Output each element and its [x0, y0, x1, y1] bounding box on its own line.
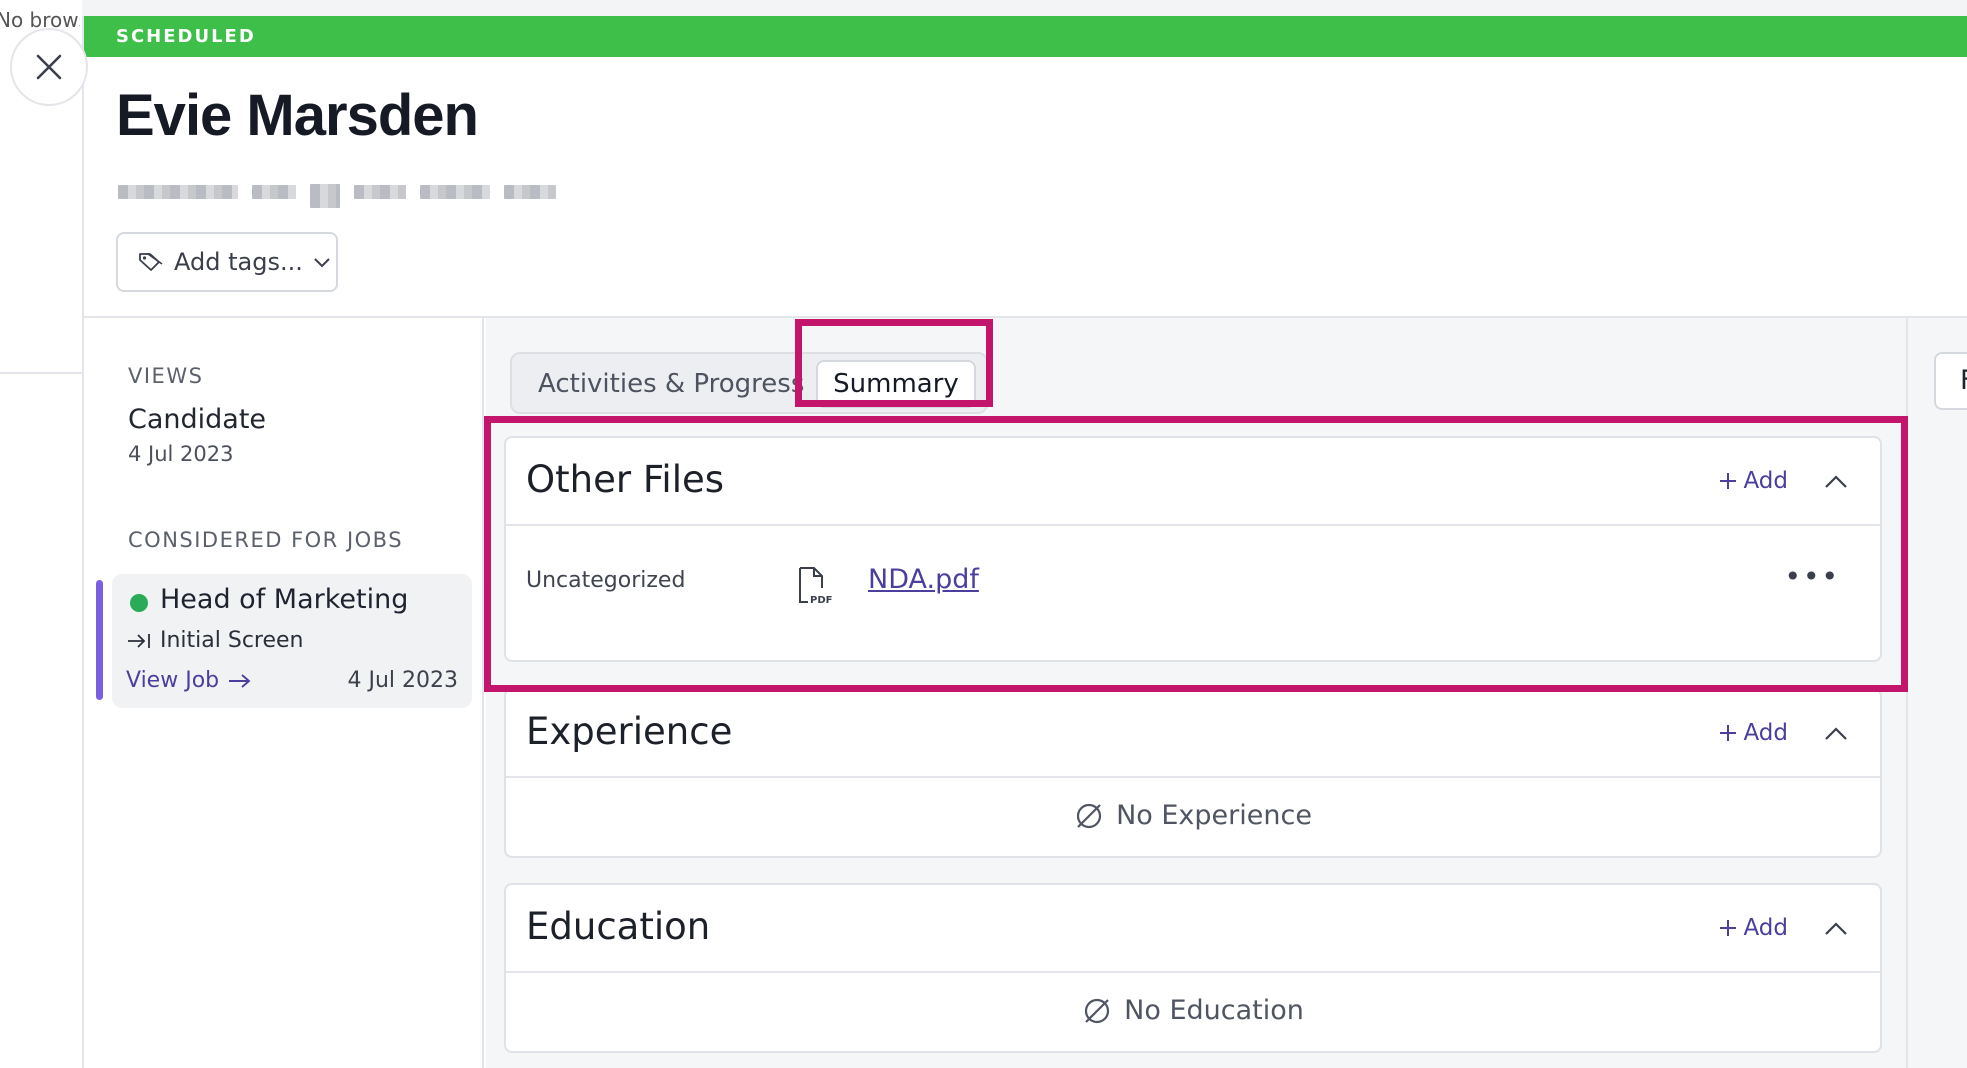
view-date: 4 Jul 2023 — [128, 442, 234, 466]
education-empty-state: No Education — [506, 995, 1880, 1026]
background-divider — [0, 372, 82, 374]
add-experience-button[interactable]: Add — [1719, 720, 1788, 746]
no-entry-icon — [1085, 998, 1110, 1023]
plus-icon — [1720, 920, 1737, 936]
chevron-up-icon[interactable] — [1822, 720, 1850, 748]
arrow-to-line-icon — [128, 633, 150, 648]
chevron-up-icon[interactable] — [1822, 915, 1850, 943]
add-tags-label: Add tags... — [174, 248, 303, 276]
arrow-right-icon — [229, 673, 251, 688]
education-title: Education — [526, 905, 711, 948]
redacted-block — [252, 185, 296, 199]
job-selected-indicator — [96, 580, 103, 700]
no-entry-icon — [1076, 803, 1102, 828]
job-stage-label: Initial Screen — [160, 628, 304, 653]
other-files-highlight — [484, 416, 1908, 692]
view-job-link[interactable]: View Job — [126, 668, 253, 693]
add-tags-dropdown[interactable]: Add tags... — [116, 232, 338, 292]
job-card[interactable]: Head of Marketing Initial Screen View Jo… — [112, 574, 472, 708]
summary-tab-highlight — [795, 319, 993, 407]
close-icon — [36, 54, 62, 80]
experience-header: Experience Add — [506, 690, 1880, 778]
redacted-block — [504, 185, 556, 199]
redacted-contact-info — [118, 176, 556, 208]
view-candidate-link[interactable]: Candidate — [128, 404, 266, 435]
experience-title: Experience — [526, 710, 733, 753]
job-date: 4 Jul 2023 — [347, 668, 458, 693]
sidebar: VIEWS Candidate 4 Jul 2023 CONSIDERED FO… — [84, 318, 484, 1068]
job-stage: Initial Screen — [126, 628, 304, 653]
plus-icon — [1720, 725, 1737, 741]
views-heading: VIEWS — [128, 364, 204, 388]
redacted-block — [310, 184, 340, 208]
education-empty-text: No Education — [1124, 995, 1304, 1026]
experience-empty-text: No Experience — [1116, 800, 1312, 831]
redacted-block — [420, 185, 490, 199]
education-header: Education Add — [506, 885, 1880, 973]
add-education-label: Add — [1743, 915, 1788, 941]
close-button[interactable] — [10, 28, 88, 106]
view-job-label: View Job — [126, 668, 220, 693]
redacted-block — [354, 185, 406, 199]
jobs-heading: CONSIDERED FOR JOBS — [128, 528, 404, 552]
candidate-name: Evie Marsden — [116, 83, 479, 148]
experience-empty-state: No Experience — [506, 800, 1880, 831]
experience-section: Experience Add No Experience — [504, 688, 1882, 858]
right-rail-tab[interactable]: F — [1934, 352, 1967, 410]
right-rail: F — [1906, 318, 1967, 1068]
education-section: Education Add No Education — [504, 883, 1882, 1053]
job-status-dot — [130, 594, 148, 612]
job-title: Head of Marketing — [160, 584, 409, 615]
tag-icon — [139, 253, 163, 271]
add-education-button[interactable]: Add — [1719, 915, 1788, 941]
add-experience-label: Add — [1743, 720, 1788, 746]
status-banner: SCHEDULED — [84, 16, 1967, 57]
redacted-block — [118, 185, 238, 199]
tab-activities-progress[interactable]: Activities & Progress — [538, 360, 804, 408]
background-page: No browse — [0, 0, 82, 1068]
chevron-down-icon — [314, 258, 330, 268]
